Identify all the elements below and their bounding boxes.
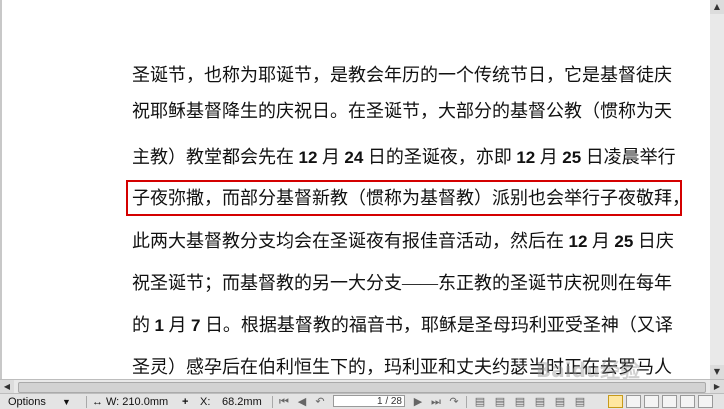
first-page-icon[interactable]: ⏮ bbox=[276, 395, 292, 408]
document-icon[interactable]: ▤ bbox=[572, 395, 588, 408]
facing-view-button[interactable] bbox=[644, 395, 659, 408]
bold-number: 12 bbox=[516, 148, 536, 167]
bold-number: 12 bbox=[298, 148, 318, 167]
page-total: / 28 bbox=[385, 396, 402, 407]
plus-icon: + bbox=[182, 396, 189, 408]
document-page: 圣诞节，也称为耶诞节，是教会年历的一个传统节日，它是基督徒庆 祝耶稣基督降生的庆祝… bbox=[0, 0, 710, 379]
text-line: 祝耶稣基督降生的庆祝日。在圣诞节，大部分的基督公教（惯称为天 bbox=[132, 100, 688, 122]
text-run: 月 bbox=[535, 147, 563, 167]
document-icon[interactable]: ▤ bbox=[472, 395, 488, 408]
text-run: 日凌晨举行 bbox=[581, 147, 676, 167]
text-line: 圣诞节，也称为耶诞节，是教会年历的一个传统节日，它是基督徒庆 bbox=[132, 64, 688, 86]
cover-view-button[interactable] bbox=[680, 395, 695, 408]
divider bbox=[272, 396, 273, 408]
document-icon[interactable]: ▤ bbox=[492, 395, 508, 408]
forward-icon[interactable]: ↷ bbox=[446, 395, 462, 408]
text-line: 的 1 月 7 日。根据基督教的福音书，耶稣是圣母玛利亚受圣神（又译 bbox=[132, 314, 688, 337]
text-run: 月 bbox=[163, 315, 191, 335]
status-bar: Options ▼ ↔ W: 210.0mm + X: 68.2mm ⏮ ◀ ↶… bbox=[0, 393, 724, 409]
vertical-scrollbar[interactable]: ▲ ▼ bbox=[710, 0, 724, 379]
scroll-right-arrow-icon[interactable]: ▶ bbox=[710, 380, 724, 394]
text-run: 圣诞节，也称为耶诞节，是教会年历的一个传统节日，它是基督徒庆 bbox=[132, 65, 672, 85]
back-icon[interactable]: ↶ bbox=[312, 395, 328, 408]
highlight-box bbox=[126, 180, 682, 216]
options-button[interactable]: Options bbox=[8, 395, 46, 409]
text-run: 的 bbox=[132, 315, 155, 335]
document-icon[interactable]: ▤ bbox=[552, 395, 568, 408]
document-icon[interactable]: ▤ bbox=[532, 395, 548, 408]
text-line: 此两大基督教分支均会在圣诞夜有报佳音活动，然后在 12 月 25 日庆 bbox=[132, 230, 688, 253]
watermark: Baidu经验 bbox=[536, 358, 641, 379]
text-run: 祝圣诞节；而基督教的另一大分支——东正教的圣诞节庆祝则在每年 bbox=[132, 273, 672, 293]
bold-number: 1 bbox=[154, 316, 164, 335]
page-edge bbox=[0, 0, 2, 379]
x-readout: 68.2mm bbox=[222, 396, 262, 408]
width-readout: W: 210.0mm bbox=[106, 396, 169, 408]
bold-number: 12 bbox=[568, 232, 588, 251]
page-number-field[interactable]: 1 / 28 bbox=[333, 395, 405, 407]
text-run: 主教）教堂都会先在 bbox=[132, 147, 299, 167]
text-run: 月 bbox=[317, 147, 345, 167]
text-run: 月 bbox=[587, 231, 615, 251]
text-run: 日的圣诞夜，亦即 bbox=[363, 147, 517, 167]
horizontal-scroll-thumb[interactable] bbox=[18, 382, 706, 393]
previous-page-icon[interactable]: ◀ bbox=[294, 395, 310, 408]
page-current: 1 bbox=[376, 396, 383, 407]
text-run: 日。根据基督教的福音书，耶稣是圣母玛利亚受圣神（又译 bbox=[200, 315, 673, 335]
scroll-down-arrow-icon[interactable]: ▼ bbox=[710, 365, 724, 379]
text-line: 主教）教堂都会先在 12 月 24 日的圣诞夜，亦即 12 月 25 日凌晨举行 bbox=[132, 146, 688, 169]
x-label: X: bbox=[200, 396, 211, 408]
next-page-icon[interactable]: ▶ bbox=[410, 395, 426, 408]
single-page-view-button[interactable] bbox=[608, 395, 623, 408]
bold-number: 25 bbox=[614, 232, 634, 251]
text-run: 此两大基督教分支均会在圣诞夜有报佳音活动，然后在 bbox=[132, 231, 569, 251]
options-dropdown-icon[interactable]: ▼ bbox=[62, 395, 71, 409]
bold-number: 25 bbox=[562, 148, 582, 167]
scroll-up-arrow-icon[interactable]: ▲ bbox=[710, 0, 724, 14]
text-run: 祝耶稣基督降生的庆祝日。在圣诞节，大部分的基督公教（惯称为天 bbox=[132, 101, 672, 121]
split-view-button[interactable] bbox=[698, 395, 713, 408]
text-line: 祝圣诞节；而基督教的另一大分支——东正教的圣诞节庆祝则在每年 bbox=[132, 272, 688, 294]
horizontal-scrollbar[interactable]: ◀ ▶ bbox=[0, 379, 724, 394]
bold-number: 24 bbox=[344, 148, 364, 167]
divider bbox=[466, 396, 467, 408]
continuous-view-button[interactable] bbox=[626, 395, 641, 408]
width-arrow-icon: ↔ bbox=[92, 396, 103, 408]
text-run: 日庆 bbox=[633, 231, 674, 251]
divider bbox=[86, 396, 87, 408]
document-icon[interactable]: ▤ bbox=[512, 395, 528, 408]
continuous-facing-view-button[interactable] bbox=[662, 395, 677, 408]
last-page-icon[interactable]: ⏭ bbox=[428, 395, 444, 408]
scroll-left-arrow-icon[interactable]: ◀ bbox=[0, 380, 14, 394]
